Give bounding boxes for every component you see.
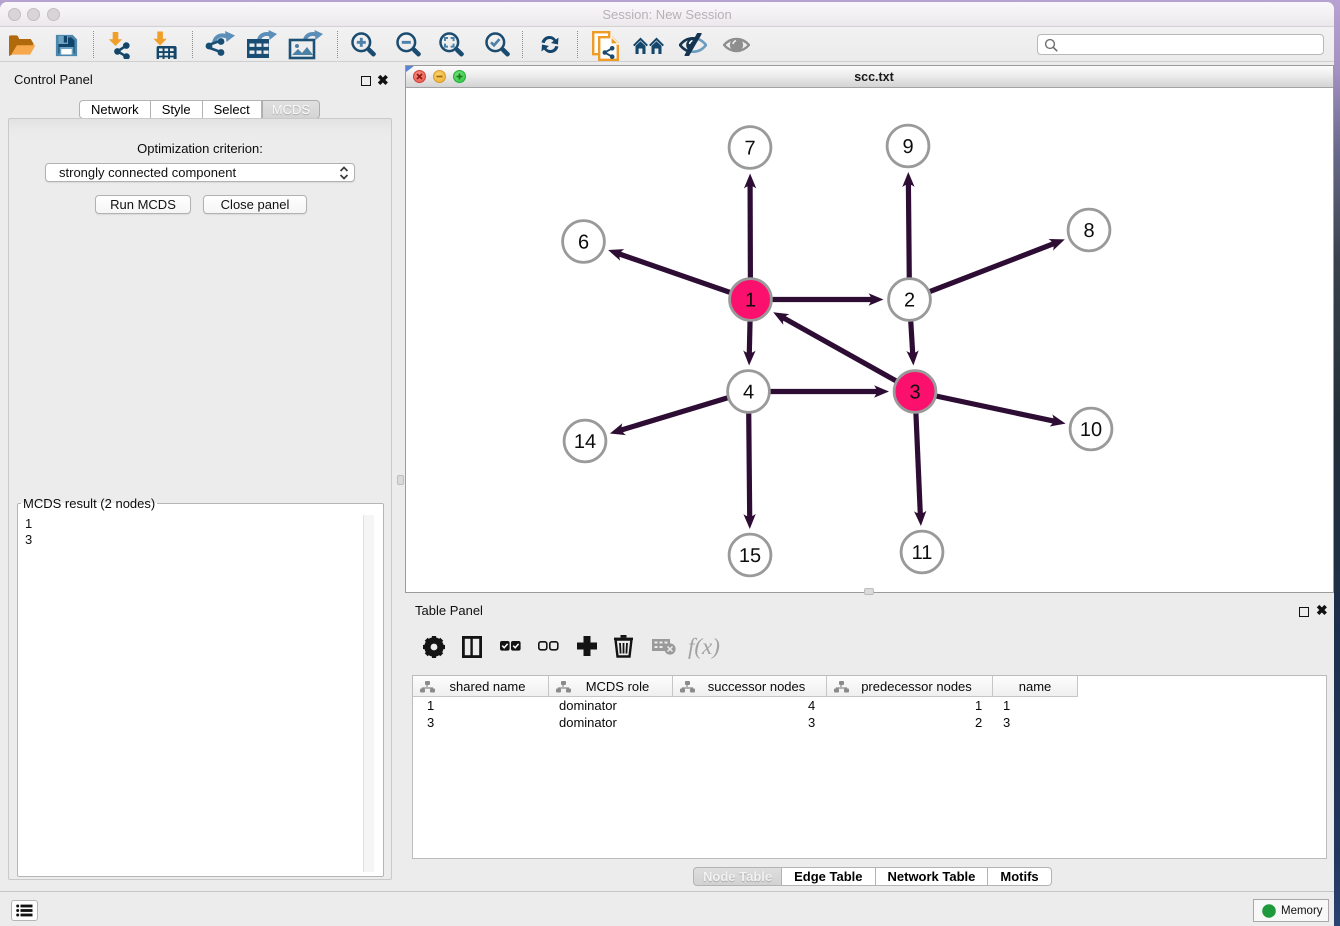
svg-text:4: 4	[743, 382, 754, 404]
svg-text:14: 14	[574, 431, 596, 453]
svg-text:1: 1	[745, 290, 756, 312]
svg-text:8: 8	[1083, 220, 1094, 242]
svg-text:f(x): f(x)	[688, 634, 720, 659]
svg-text:7: 7	[744, 138, 755, 160]
svg-text:3: 3	[909, 382, 920, 404]
svg-text:6: 6	[578, 232, 589, 254]
svg-text:2: 2	[904, 290, 915, 312]
svg-text:11: 11	[912, 542, 933, 564]
svg-text:15: 15	[739, 545, 761, 567]
svg-text:10: 10	[1080, 419, 1102, 441]
svg-text:9: 9	[902, 136, 913, 158]
